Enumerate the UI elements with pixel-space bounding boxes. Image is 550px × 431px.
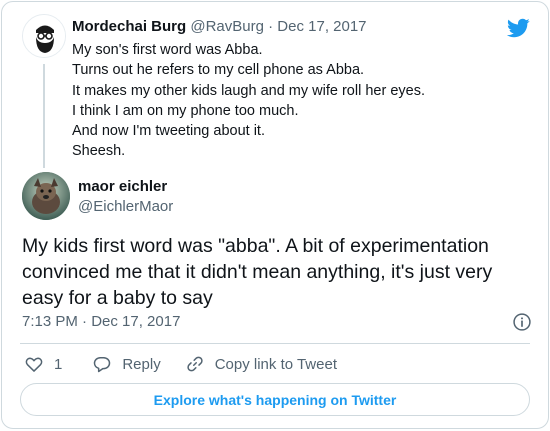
quoted-text-line: Sheesh. <box>72 143 126 160</box>
reply-button[interactable]: Reply <box>92 354 161 374</box>
quoted-text-line: And now I'm tweeting about it. <box>72 123 265 140</box>
quoted-text-line: I think I am on my phone too much. <box>72 102 299 119</box>
author-name[interactable]: maor eichler <box>78 178 167 195</box>
quoted-text-line: My son's first word was Abba. <box>72 42 263 58</box>
thread-line <box>43 64 45 168</box>
tweet-text-line: convinced me that it didn't mean anythin… <box>22 261 493 283</box>
tweet-card: Mordechai Burg @RavBurg · Dec 17, 2017 M… <box>1 1 549 429</box>
avatar[interactable] <box>22 172 70 220</box>
quoted-tweet-header: Mordechai Burg @RavBurg · Dec 17, 2017 <box>72 18 367 35</box>
tweet-timestamp[interactable]: 7:13 PM · Dec 17, 2017 <box>22 313 180 330</box>
author-handle[interactable]: @EichlerMaor <box>78 198 173 215</box>
dog-photo-avatar-icon <box>22 172 70 220</box>
info-icon[interactable] <box>512 312 532 332</box>
separator-dot: · <box>268 18 274 35</box>
quoted-tweet-text: My son's first word was Abba. Turns out … <box>72 40 492 162</box>
twitter-bird-icon[interactable] <box>506 16 530 40</box>
explore-twitter-button[interactable]: Explore what's happening on Twitter <box>20 383 530 416</box>
link-icon <box>187 356 203 372</box>
action-bar: 1 Reply Copy link to Tweet <box>20 352 337 376</box>
bearded-man-avatar-icon <box>23 15 65 57</box>
like-count: 1 <box>54 355 63 373</box>
copy-link-button[interactable]: Copy link to Tweet <box>185 354 337 374</box>
quoted-tweet-date[interactable]: Dec 17, 2017 <box>277 18 366 35</box>
like-button[interactable]: 1 <box>24 354 62 374</box>
reply-label: Reply <box>122 355 161 373</box>
heart-icon <box>25 357 43 372</box>
quoted-author-name[interactable]: Mordechai Burg <box>72 18 186 35</box>
quoted-text-line: Turns out he refers to my cell phone as … <box>72 62 365 79</box>
divider <box>20 343 530 344</box>
tweet-text-line: easy for a baby to say <box>22 287 213 309</box>
copy-link-label: Copy link to Tweet <box>214 355 337 373</box>
reply-bubble-icon <box>94 357 111 373</box>
quoted-text-line: It makes my other kids laugh and my wife… <box>72 82 425 99</box>
quoted-author-handle[interactable]: @RavBurg <box>190 18 264 35</box>
tweet-text-line: My kids first word was "abba". A bit of … <box>22 235 489 257</box>
tweet-text: My kids first word was "abba". A bit of … <box>22 233 522 311</box>
avatar[interactable] <box>22 14 66 58</box>
